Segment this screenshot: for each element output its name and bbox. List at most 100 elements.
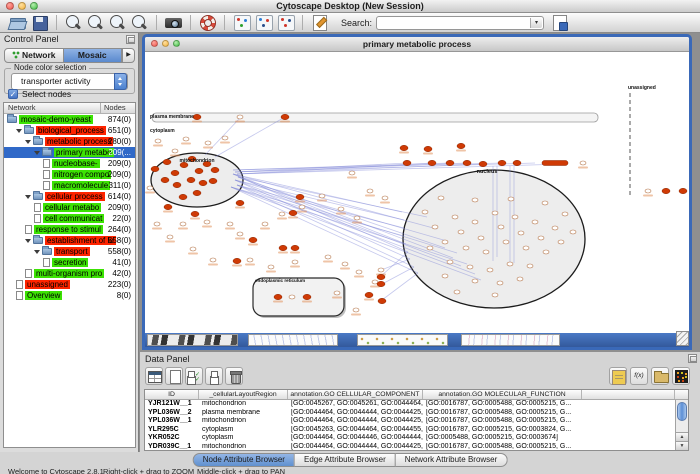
network-node[interactable] bbox=[237, 232, 243, 236]
network-node[interactable] bbox=[195, 168, 203, 173]
network-node[interactable] bbox=[210, 258, 216, 262]
network-node[interactable] bbox=[222, 136, 228, 140]
network-node[interactable] bbox=[447, 260, 453, 264]
network-node[interactable] bbox=[679, 188, 687, 193]
network-node[interactable] bbox=[508, 197, 514, 201]
snapshot-icon[interactable] bbox=[164, 14, 183, 31]
table-row[interactable]: YPL036W__2plasma membrane[GO:0044464, GO… bbox=[145, 409, 688, 418]
session-icon[interactable] bbox=[550, 14, 569, 31]
network-node[interactable] bbox=[463, 160, 471, 165]
network-node[interactable] bbox=[580, 161, 586, 165]
network-node[interactable] bbox=[281, 114, 289, 119]
help-icon[interactable] bbox=[198, 14, 217, 31]
fx-icon[interactable]: f(x) bbox=[630, 367, 648, 385]
tree-row[interactable]: nucleobase-209(0) bbox=[4, 158, 135, 169]
network-node[interactable] bbox=[518, 231, 524, 235]
network-graph[interactable]: plasma membranecytoplasmmitochondrionnuc… bbox=[145, 52, 689, 333]
network-node[interactable] bbox=[523, 246, 529, 250]
column-header[interactable]: annotation.GO CELLULAR_COMPONENT bbox=[288, 390, 423, 399]
zoom-button[interactable] bbox=[30, 2, 38, 10]
network-node[interactable] bbox=[292, 260, 298, 264]
tab-overflow-arrow[interactable]: ▶ bbox=[122, 48, 135, 63]
network-node[interactable] bbox=[211, 167, 219, 172]
network-node[interactable] bbox=[274, 294, 282, 299]
network-node[interactable] bbox=[349, 171, 355, 175]
network-node[interactable] bbox=[377, 281, 385, 286]
network-node[interactable] bbox=[378, 298, 386, 303]
network-node[interactable] bbox=[400, 145, 408, 150]
close-button[interactable] bbox=[6, 2, 14, 10]
window-titlebar[interactable]: Cytoscape Desktop (New Session) bbox=[0, 0, 700, 13]
table-scrollbar[interactable]: ▲ ▼ bbox=[675, 400, 688, 450]
search-dropdown-arrow[interactable]: ▾ bbox=[530, 18, 542, 28]
network-node[interactable] bbox=[193, 190, 201, 195]
network-node[interactable] bbox=[353, 308, 359, 312]
network-node[interactable] bbox=[463, 246, 469, 250]
network-node[interactable] bbox=[249, 237, 257, 242]
background-window-strip[interactable] bbox=[147, 334, 238, 346]
network-node[interactable] bbox=[236, 200, 244, 205]
network-node[interactable] bbox=[190, 247, 196, 251]
table-row[interactable]: YPL036W__1mitochondrion[GO:0044464, GO:0… bbox=[145, 417, 688, 426]
network-node[interactable] bbox=[377, 274, 385, 279]
network-node[interactable] bbox=[438, 196, 444, 200]
network-node[interactable] bbox=[319, 194, 325, 198]
float-panel-icon[interactable] bbox=[126, 35, 135, 44]
network-node[interactable] bbox=[457, 143, 465, 148]
column-header[interactable]: ID bbox=[145, 390, 199, 399]
network-node[interactable] bbox=[164, 204, 172, 209]
network-node[interactable] bbox=[483, 250, 489, 254]
network-node[interactable] bbox=[442, 240, 448, 244]
newattr-icon[interactable] bbox=[165, 367, 183, 385]
dropdown-stepper-icon[interactable] bbox=[114, 73, 127, 90]
network-node[interactable] bbox=[172, 149, 178, 153]
network-node[interactable] bbox=[205, 141, 211, 145]
network-node[interactable] bbox=[155, 139, 161, 143]
selattr-icon[interactable] bbox=[185, 367, 203, 385]
network-canvas[interactable]: plasma membranecytoplasmmitochondrionnuc… bbox=[145, 52, 689, 333]
network-node[interactable] bbox=[422, 210, 428, 214]
network-node[interactable] bbox=[532, 220, 538, 224]
network-node[interactable] bbox=[173, 182, 181, 187]
tab-network-attribute-browser[interactable]: Network Attribute Browser bbox=[396, 453, 507, 467]
tree-row[interactable]: macromolecule311(0) bbox=[4, 180, 135, 191]
network-node[interactable] bbox=[180, 222, 186, 226]
network-node[interactable] bbox=[645, 189, 651, 193]
network-node[interactable] bbox=[517, 277, 523, 281]
network-node[interactable] bbox=[191, 211, 199, 216]
network-node[interactable] bbox=[492, 293, 498, 297]
network-node[interactable] bbox=[442, 274, 448, 278]
tab-mosaic[interactable]: Mosaic bbox=[64, 48, 123, 63]
network-node[interactable] bbox=[512, 215, 518, 219]
network-node[interactable] bbox=[452, 215, 458, 219]
network-node[interactable] bbox=[233, 258, 241, 263]
network-node[interactable] bbox=[507, 262, 513, 266]
network-node[interactable] bbox=[325, 255, 331, 259]
network-node[interactable] bbox=[498, 160, 506, 165]
network-node[interactable] bbox=[662, 188, 670, 193]
column-header[interactable]: _cellularLayoutRegion bbox=[199, 390, 288, 399]
network-node[interactable] bbox=[183, 137, 189, 141]
network-node[interactable] bbox=[289, 210, 297, 215]
network-node[interactable] bbox=[303, 294, 311, 299]
network-node[interactable] bbox=[454, 290, 460, 294]
tree-row[interactable]: metabolic process280(0) bbox=[4, 136, 135, 147]
network-node[interactable] bbox=[562, 212, 568, 216]
scrollbar-thumb[interactable] bbox=[677, 402, 687, 421]
network-node[interactable] bbox=[354, 216, 360, 220]
importattr-icon[interactable] bbox=[651, 367, 669, 385]
network-node[interactable] bbox=[458, 230, 464, 234]
table-row[interactable]: YKR052Ccytoplasm[GO:0044464, GO:0044446,… bbox=[145, 434, 688, 443]
tree-row[interactable]: Overview8(0) bbox=[4, 290, 135, 301]
tree-row[interactable]: nitrogen compo209(0) bbox=[4, 169, 135, 180]
network-node[interactable] bbox=[171, 170, 179, 175]
network-node[interactable] bbox=[378, 268, 384, 272]
network-node[interactable] bbox=[527, 264, 533, 268]
network-node[interactable] bbox=[542, 161, 568, 166]
tree-row[interactable]: response to stimul264(0) bbox=[4, 224, 135, 235]
network-node[interactable] bbox=[498, 225, 504, 229]
vizmapper-icon[interactable] bbox=[232, 14, 251, 31]
search-input[interactable] bbox=[379, 17, 527, 29]
filter-tool-icon[interactable] bbox=[276, 14, 295, 31]
tree-header[interactable]: Network Nodes bbox=[4, 103, 135, 114]
